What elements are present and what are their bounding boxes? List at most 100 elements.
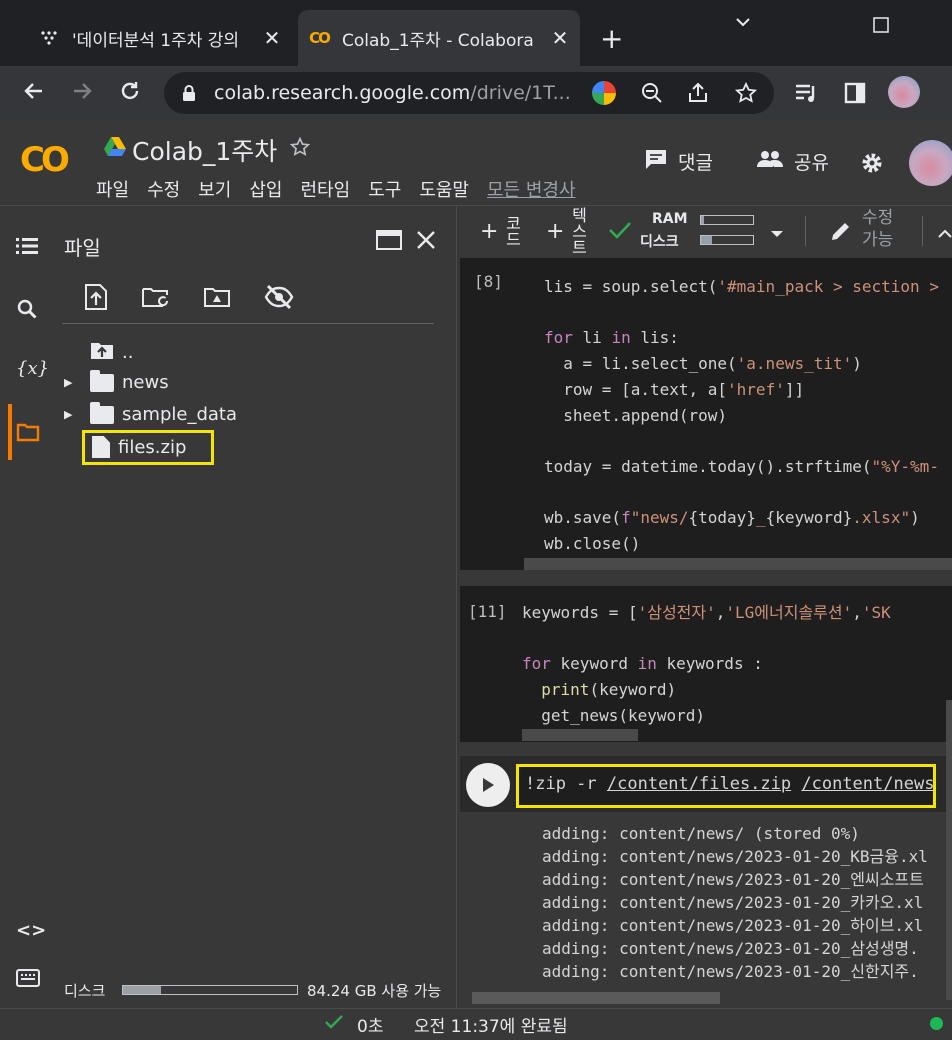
share-button[interactable]: 공유: [756, 148, 829, 175]
add-code-button[interactable]: + 코드: [480, 206, 521, 256]
notion-favicon-icon: [38, 27, 60, 49]
url-host: colab.research.google.com: [214, 82, 471, 104]
comment-button[interactable]: 댓글: [644, 148, 713, 175]
back-arrow-icon[interactable]: [22, 79, 46, 109]
edit-mode-label[interactable]: 수정 가능: [862, 207, 902, 251]
ram-label: RAM: [652, 211, 688, 227]
code-cell-11[interactable]: [11] keywords = ['삼성전자','LG에너지솔루션','SK f…: [460, 586, 952, 742]
add-text-button[interactable]: + 텍스트: [546, 206, 586, 256]
tree-item-parent[interactable]: ..: [90, 340, 133, 365]
table-of-contents-icon[interactable]: [16, 236, 38, 260]
hide-files-eye-off-icon[interactable]: [264, 284, 294, 314]
tree-item-news[interactable]: ▶ news: [64, 369, 169, 393]
close-tab-icon[interactable]: ✕: [260, 26, 284, 50]
menu-all-changes-saved[interactable]: 모든 변경사: [487, 176, 576, 202]
variables-icon[interactable]: {x}: [16, 358, 49, 379]
menu-insert[interactable]: 삽입: [249, 176, 282, 202]
execution-time: 0초: [357, 1017, 384, 1037]
menu-runtime[interactable]: 런타임: [301, 176, 351, 202]
zip-target-path: /content/files.zip: [606, 774, 792, 794]
horizontal-scrollbar[interactable]: [524, 558, 952, 570]
output-line: adding: content/news/2023-01-20_엔씨소프트: [542, 870, 924, 889]
output-line: adding: content/news/2023-01-20_KB금융.xl: [542, 847, 928, 866]
tree-item-sample-data[interactable]: ▶ sample_data: [64, 401, 237, 425]
star-notebook-icon[interactable]: [289, 136, 311, 162]
upload-file-icon[interactable]: [84, 284, 108, 314]
code-editor[interactable]: keywords = ['삼성전자','LG에너지솔루션','SK for ke…: [522, 600, 891, 729]
horizontal-scrollbar[interactable]: [522, 729, 638, 741]
output-line: adding: content/news/ (stored 0%): [542, 824, 860, 843]
settings-gear-icon[interactable]: [860, 151, 884, 179]
tab-search-chevron-icon[interactable]: [734, 12, 752, 36]
side-panel-icon[interactable]: [844, 82, 866, 110]
user-avatar[interactable]: [909, 140, 952, 186]
files-panel: [50, 206, 457, 1008]
files-panel-title: 파일: [64, 236, 101, 260]
maximize-window-icon[interactable]: [873, 14, 889, 38]
google-translate-icon[interactable]: [592, 81, 616, 105]
close-tab-icon[interactable]: ✕: [548, 26, 572, 50]
lock-icon: [182, 84, 196, 106]
bookmark-star-icon[interactable]: [734, 81, 758, 109]
menu-edit[interactable]: 수정: [147, 176, 180, 202]
output-line: adding: content/news/2023-01-20_하이브.xl: [542, 916, 924, 935]
code-cell-8[interactable]: [8] lis = soup.select('#main_pack > sect…: [460, 258, 952, 570]
menu-tools[interactable]: 도구: [368, 176, 401, 202]
output-horizontal-scrollbar[interactable]: [472, 992, 720, 1004]
url-bar[interactable]: colab.research.google.com/drive/1T...: [164, 72, 774, 114]
notebook-vertical-scrollbar[interactable]: [946, 700, 952, 1000]
forward-arrow-icon[interactable]: [70, 79, 94, 109]
refresh-folder-icon[interactable]: [141, 286, 171, 312]
status-check-icon: [324, 1014, 344, 1034]
left-rail: [0, 206, 50, 1008]
edit-pencil-icon[interactable]: [830, 220, 852, 246]
files-folder-icon[interactable]: [16, 422, 40, 447]
close-panel-icon[interactable]: [416, 230, 436, 254]
google-drive-icon: [104, 136, 126, 160]
reload-icon[interactable]: [118, 79, 142, 109]
colab-menu-bar: 파일 수정 보기 삽입 런타임 도구 도움말 모든 변경사: [96, 176, 576, 202]
toolbar-divider: [922, 216, 923, 246]
browser-tab-bar: '데이터분석 1주차 강의 ✕ CO Colab_1주차 - Colabora …: [0, 0, 952, 66]
zoom-out-icon[interactable]: [640, 81, 664, 109]
zip-code-cell[interactable]: !zip -r /content/files.zip /content/news: [516, 764, 936, 808]
command-palette-icon[interactable]: [16, 968, 40, 993]
cell-execution-count: [8]: [474, 272, 503, 291]
runtime-dropdown-icon[interactable]: [770, 224, 784, 243]
browser-tab-lecture[interactable]: '데이터분석 1주차 강의 ✕: [28, 10, 292, 66]
share-page-icon[interactable]: [686, 81, 710, 109]
browser-tab-colab[interactable]: CO Colab_1주차 - Colabora ✕: [298, 10, 580, 66]
collapse-chevron-up-icon[interactable]: [938, 224, 952, 243]
browser-menu-icon[interactable]: ⋮: [944, 78, 952, 103]
plus-icon: +: [546, 218, 565, 244]
code-editor[interactable]: lis = soup.select('#main_pack > section …: [544, 274, 939, 557]
search-icon[interactable]: [16, 298, 38, 325]
disk-usage-fill: [123, 986, 161, 994]
disk-usage-fill-toolbar: [701, 236, 712, 244]
mount-drive-icon[interactable]: [203, 286, 231, 312]
media-control-icon[interactable]: [794, 82, 818, 110]
notebook-title[interactable]: Colab_1주차: [132, 132, 277, 168]
code-snippets-icon[interactable]: <>: [16, 920, 46, 941]
profile-avatar[interactable]: [888, 76, 920, 108]
share-label: 공유: [794, 152, 829, 174]
run-cell-button[interactable]: [466, 763, 510, 807]
menu-help[interactable]: 도움말: [419, 176, 469, 202]
active-rail-indicator: [8, 404, 12, 460]
tree-item-label: news: [122, 372, 169, 393]
menu-file[interactable]: 파일: [96, 176, 129, 202]
menu-view[interactable]: 보기: [198, 176, 231, 202]
completion-time: 오전 11:37에 완료됨: [414, 1017, 568, 1037]
cell-execution-count: [11]: [468, 602, 507, 621]
toolbar-disk-label: 디스크: [640, 234, 679, 250]
folder-icon: [90, 401, 114, 424]
parent-folder-icon: [90, 340, 114, 365]
zip-command: !zip -r: [525, 774, 607, 794]
new-tab-button[interactable]: +: [600, 22, 623, 55]
runtime-connected-check-icon: [608, 220, 632, 244]
open-in-tab-icon[interactable]: [376, 230, 402, 254]
url-path: /drive/1T...: [470, 82, 571, 104]
colab-logo[interactable]: CO: [20, 140, 80, 180]
folder-icon: [90, 369, 114, 392]
ram-usage-fill: [701, 216, 704, 224]
